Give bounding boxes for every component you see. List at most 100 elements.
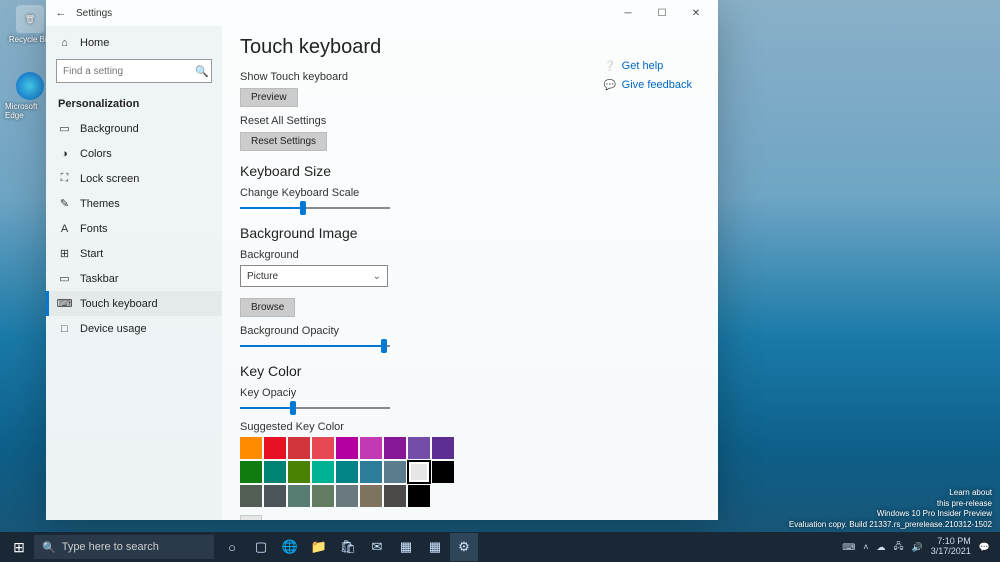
color-swatch[interactable]	[240, 485, 262, 507]
color-swatch[interactable]	[408, 461, 430, 483]
suggested-color-label: Suggested Key Color	[240, 421, 700, 433]
sidebar-item-touch-keyboard[interactable]: ⌨Touch keyboard	[46, 291, 222, 316]
settings-window: ← Settings ─ ☐ ✕ ⌂ Home 🔍 Personalizatio…	[46, 0, 718, 520]
tray-network-icon[interactable]: 🖧	[893, 539, 903, 555]
key-opacity-slider[interactable]	[240, 403, 390, 413]
color-swatch[interactable]	[432, 437, 454, 459]
color-swatch[interactable]	[312, 437, 334, 459]
taskbar-cortana-icon[interactable]: ○	[218, 533, 246, 561]
start-button[interactable]: ⊞	[4, 532, 34, 562]
back-button[interactable]: ←	[52, 4, 70, 22]
sidebar-item-label: Lock screen	[80, 173, 139, 185]
taskbar-settings-icon[interactable]: ⚙	[450, 533, 478, 561]
reset-label: Reset All Settings	[240, 115, 700, 127]
taskbar: ⊞ 🔍 Type here to search ○ ▢ 🌐 📁 🛍 ✉ ▦ ▦ …	[0, 532, 1000, 562]
taskbar-search[interactable]: 🔍 Type here to search	[34, 535, 214, 559]
color-palette	[240, 437, 700, 507]
watermark-line: Evaluation copy. Build 21337.rs_prerelea…	[789, 520, 992, 530]
color-swatch[interactable]	[312, 485, 334, 507]
window-controls: ─ ☐ ✕	[616, 4, 712, 22]
color-swatch[interactable]	[264, 437, 286, 459]
opacity-slider[interactable]	[240, 341, 390, 351]
sidebar-item-label: Taskbar	[80, 273, 119, 285]
sidebar-item-device-usage[interactable]: □Device usage	[46, 316, 222, 341]
color-swatch[interactable]	[384, 461, 406, 483]
tray-cloud-icon[interactable]: ☁	[876, 542, 885, 553]
color-swatch[interactable]	[288, 437, 310, 459]
sidebar-item-background[interactable]: ▭Background	[46, 116, 222, 141]
sidebar-item-start[interactable]: ⊞ Start	[46, 241, 222, 266]
color-swatch[interactable]	[336, 485, 358, 507]
background-image-heading: Background Image	[240, 225, 700, 241]
taskbar-apps: ○ ▢ 🌐 📁 🛍 ✉ ▦ ▦ ⚙	[218, 533, 478, 561]
tray-keyboard-icon[interactable]: ⌨	[842, 542, 855, 553]
color-swatch[interactable]	[360, 461, 382, 483]
preview-button[interactable]: Preview	[240, 88, 298, 107]
color-swatch[interactable]	[384, 437, 406, 459]
color-swatch[interactable]	[264, 485, 286, 507]
color-swatch[interactable]	[408, 485, 430, 507]
color-swatch[interactable]	[360, 437, 382, 459]
sidebar-item-label: Device usage	[80, 323, 147, 335]
slider-thumb[interactable]	[290, 401, 296, 415]
give-feedback-label: Give feedback	[622, 79, 692, 91]
scale-slider[interactable]	[240, 203, 390, 213]
background-select-value: Picture	[247, 271, 278, 282]
add-custom-color-button[interactable]: ＋	[240, 515, 262, 520]
taskbar-edge-icon[interactable]: 🌐	[276, 533, 304, 561]
search-input[interactable]	[63, 66, 195, 77]
sidebar-item-colors[interactable]: ◑Colors	[46, 141, 222, 166]
tray-chevron-icon[interactable]: ˄	[863, 542, 868, 552]
color-swatch[interactable]	[240, 461, 262, 483]
color-swatch[interactable]	[288, 461, 310, 483]
taskbar-mail-icon[interactable]: ✉	[363, 533, 391, 561]
taskbar-store-icon[interactable]: 🛍	[334, 533, 362, 561]
background-select[interactable]: Picture	[240, 265, 388, 287]
get-help-link[interactable]: ❔Get help	[604, 60, 692, 72]
color-swatch[interactable]	[264, 461, 286, 483]
background-label: Background	[240, 249, 700, 261]
sidebar-item-icon: ◑	[58, 147, 71, 160]
taskbar-app-icon[interactable]: ▦	[421, 533, 449, 561]
color-swatch[interactable]	[336, 461, 358, 483]
color-swatch[interactable]	[432, 461, 454, 483]
sidebar-item-icon: ⌨	[58, 297, 71, 310]
sidebar-category-label: Personalization	[58, 98, 139, 110]
browse-button[interactable]: Browse	[240, 298, 295, 317]
slider-thumb[interactable]	[381, 339, 387, 353]
taskbar-taskview-icon[interactable]: ▢	[247, 533, 275, 561]
color-swatch[interactable]	[312, 461, 334, 483]
reset-settings-button[interactable]: Reset Settings	[240, 132, 327, 151]
recycle-bin-icon: 🗑	[16, 5, 44, 33]
watermark-line: Windows 10 Pro Insider Preview	[789, 509, 992, 519]
taskbar-explorer-icon[interactable]: 📁	[305, 533, 333, 561]
color-swatch[interactable]	[360, 485, 382, 507]
scale-label: Change Keyboard Scale	[240, 187, 700, 199]
slider-thumb[interactable]	[300, 201, 306, 215]
maximize-button[interactable]: ☐	[650, 4, 674, 22]
search-box[interactable]: 🔍	[56, 59, 212, 83]
sidebar-item-themes[interactable]: ✎Themes	[46, 191, 222, 216]
sidebar-item-icon: ⊞	[58, 247, 71, 260]
watermark-line: Learn about	[789, 488, 992, 498]
color-swatch[interactable]	[384, 485, 406, 507]
taskbar-clock[interactable]: 7:10 PM 3/17/2021	[931, 537, 971, 557]
close-button[interactable]: ✕	[684, 4, 708, 22]
notifications-icon[interactable]: 💬	[979, 542, 990, 553]
taskbar-app-icon[interactable]: ▦	[392, 533, 420, 561]
color-swatch[interactable]	[240, 437, 262, 459]
color-swatch[interactable]	[408, 437, 430, 459]
color-swatch[interactable]	[288, 485, 310, 507]
sidebar-item-fonts[interactable]: AFonts	[46, 216, 222, 241]
tray-volume-icon[interactable]: 🔊	[912, 542, 923, 553]
sidebar-item-lock-screen[interactable]: ⛶ Lock screen	[46, 166, 222, 191]
sidebar-category: Personalization	[46, 89, 222, 116]
sidebar-home[interactable]: ⌂ Home	[46, 30, 222, 55]
sidebar-item-label: Start	[80, 248, 103, 260]
feedback-icon: 💬	[604, 79, 616, 91]
give-feedback-link[interactable]: 💬 Give feedback	[604, 79, 692, 91]
sidebar-item-taskbar[interactable]: ▭Taskbar	[46, 266, 222, 291]
minimize-button[interactable]: ─	[616, 4, 640, 22]
color-swatch[interactable]	[336, 437, 358, 459]
sidebar-item-icon: ⛶	[58, 172, 71, 185]
